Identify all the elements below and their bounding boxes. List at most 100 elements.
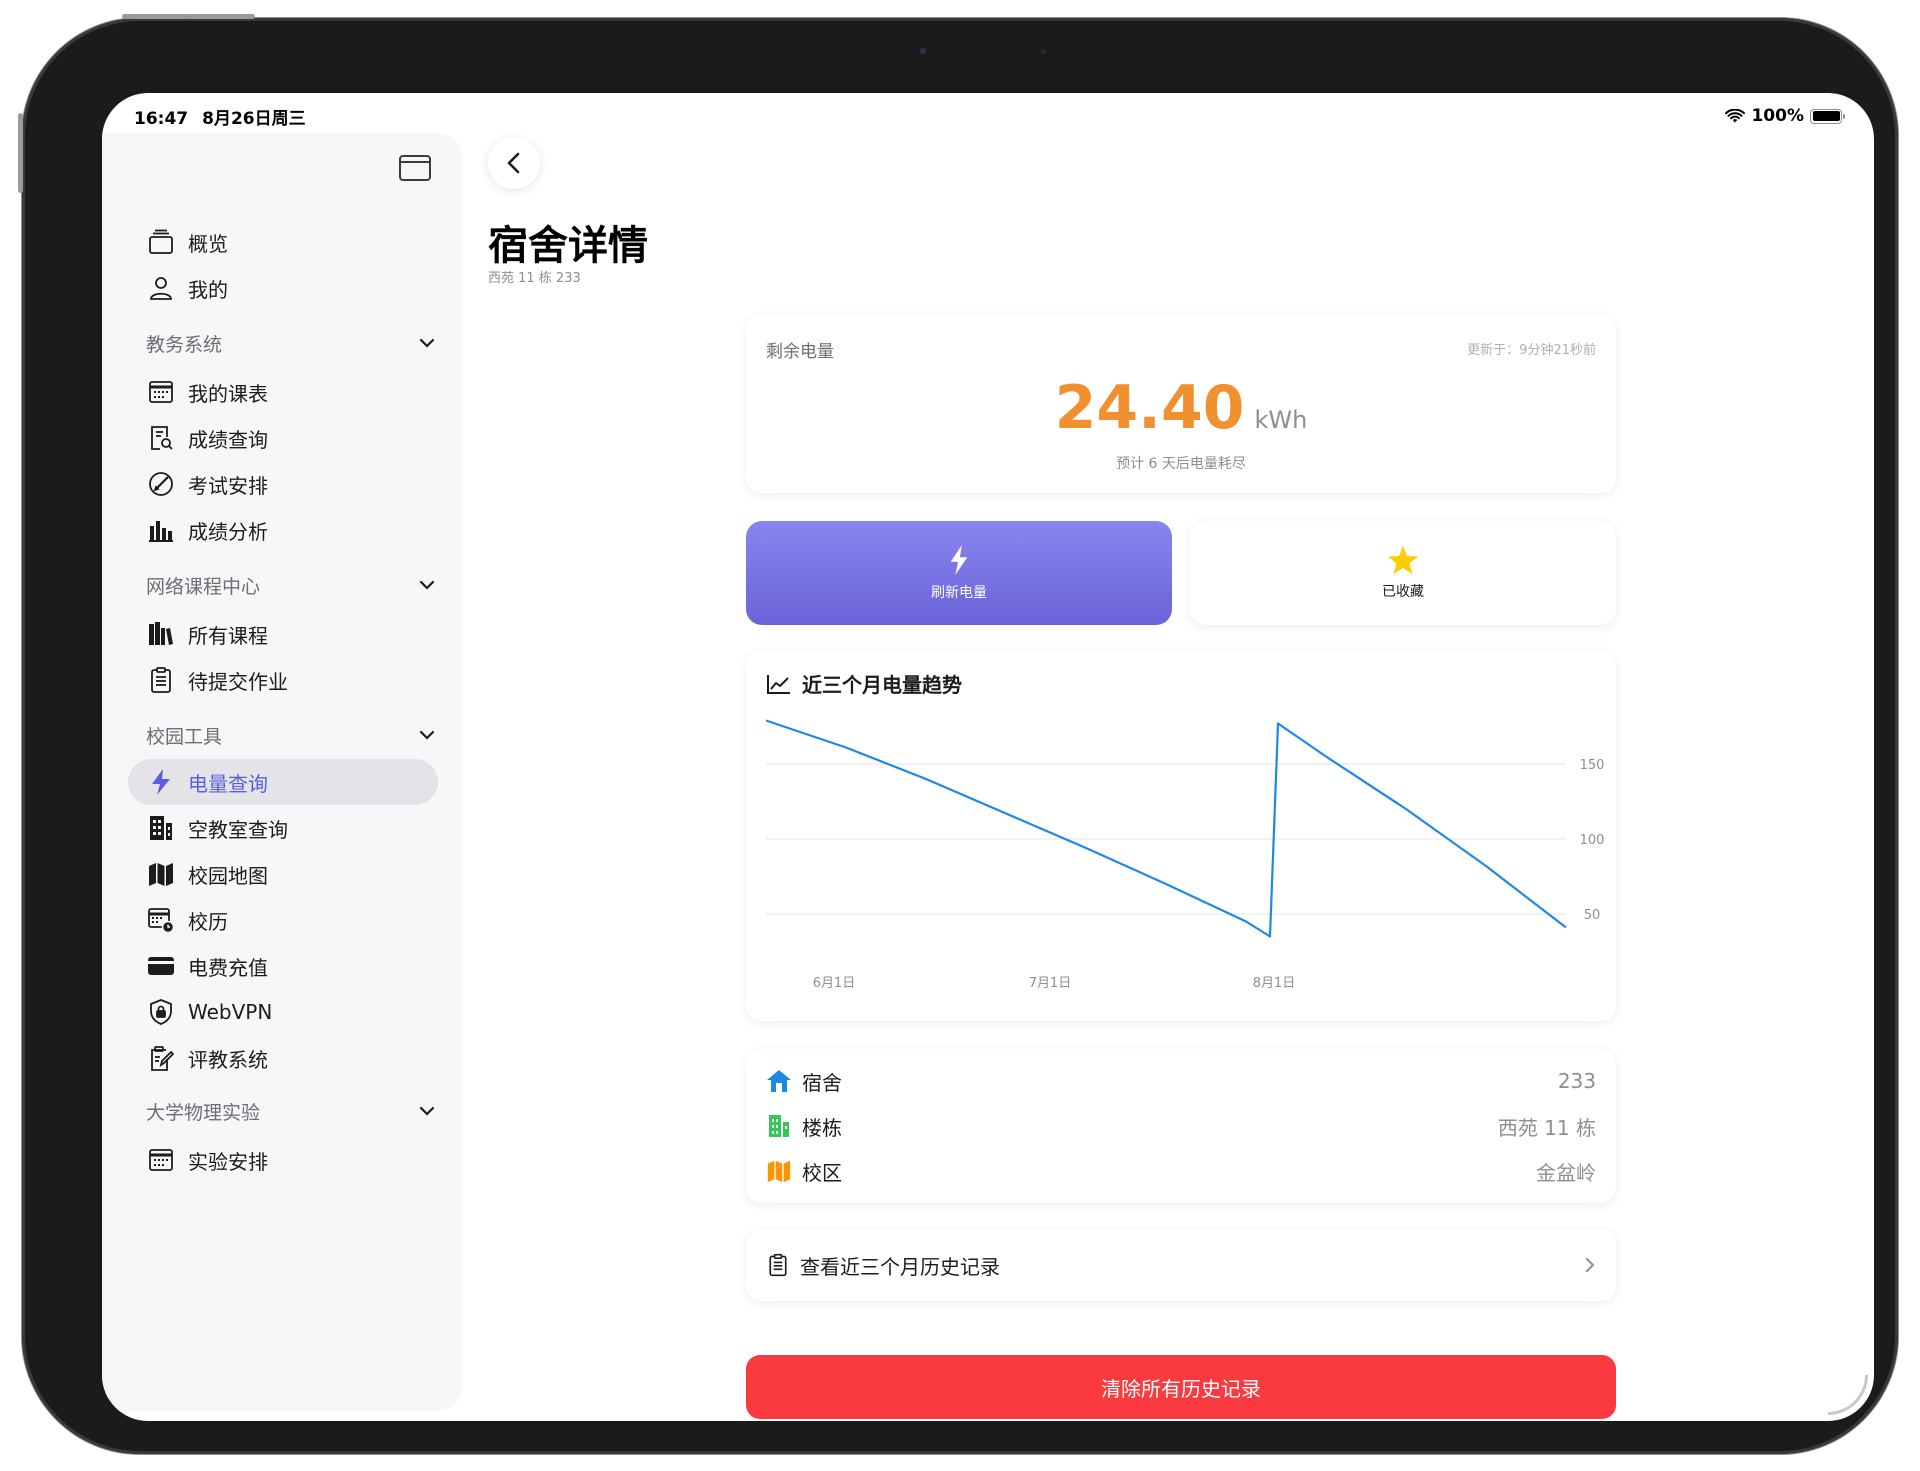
sidebar-item-exams[interactable]: 考试安排 bbox=[128, 461, 438, 507]
sidebar-item-recharge[interactable]: 电费充值 bbox=[128, 943, 438, 989]
section-title: 大学物理实验 bbox=[146, 1101, 261, 1124]
clipboard-icon bbox=[146, 665, 176, 695]
section-header-online-courses[interactable]: 网络课程中心 bbox=[146, 565, 436, 605]
volume-button bbox=[187, 14, 255, 19]
map-icon bbox=[146, 859, 176, 889]
sidebar-item-label: 待提交作业 bbox=[188, 669, 288, 694]
refresh-button[interactable]: 刷新电量 bbox=[746, 521, 1172, 625]
sidebar-item-lab-schedule[interactable]: 实验安排 bbox=[128, 1137, 438, 1183]
sidebar-item-all-courses[interactable]: 所有课程 bbox=[128, 611, 438, 657]
sidebar-item-label: 评教系统 bbox=[188, 1047, 268, 1072]
trend-chart-card: 近三个月电量趋势 50 100 150 6月1日 7月1日 8月1日 bbox=[746, 651, 1616, 1021]
building-icon bbox=[769, 1115, 789, 1137]
sidebar-item-label: 成绩分析 bbox=[188, 519, 268, 544]
history-label: 查看近三个月历史记录 bbox=[800, 1254, 1000, 1279]
info-label: 校区 bbox=[802, 1160, 842, 1185]
bar-chart-icon bbox=[146, 515, 176, 545]
sidebar-item-grade-analysis[interactable]: 成绩分析 bbox=[128, 507, 438, 553]
bolt-icon bbox=[146, 767, 176, 797]
star-icon bbox=[1388, 546, 1418, 574]
dorm-info-card: 宿舍 233 楼栋 西苑 11 栋 校区 金盆岭 bbox=[746, 1049, 1616, 1203]
ipad-frame: 16:47 8月26日周三 100% 概览 我的 教务系统 我的课表 成绩查询 … bbox=[18, 14, 1898, 1454]
sidebar-item-overview[interactable]: 概览 bbox=[128, 219, 438, 265]
chart-series-line bbox=[765, 719, 1567, 938]
trend-chart: 50 100 150 6月1日 7月1日 8月1日 bbox=[765, 719, 1605, 991]
chevron-down-icon bbox=[419, 580, 435, 590]
y-tick-label: 150 bbox=[1580, 758, 1605, 773]
overview-icon bbox=[146, 227, 176, 257]
screen-corner bbox=[1828, 1375, 1868, 1415]
balance-unit: kWh bbox=[1254, 406, 1308, 434]
favorite-label: 已收藏 bbox=[1382, 584, 1424, 600]
sidebar-item-evaluation[interactable]: 评教系统 bbox=[128, 1035, 438, 1081]
sidebar-item-grades[interactable]: 成绩查询 bbox=[128, 415, 438, 461]
status-date: 8月26日周三 bbox=[202, 108, 306, 129]
credit-card-icon bbox=[146, 951, 176, 981]
front-camera bbox=[920, 48, 926, 54]
info-row-campus: 校区 金盆岭 bbox=[766, 1153, 1596, 1189]
screen: 16:47 8月26日周三 100% 概览 我的 教务系统 我的课表 成绩查询 … bbox=[102, 93, 1874, 1421]
chart-title: 近三个月电量趋势 bbox=[802, 673, 962, 697]
sidebar-item-campus-map[interactable]: 校园地图 bbox=[128, 851, 438, 897]
info-label: 楼栋 bbox=[802, 1115, 842, 1140]
favorite-button[interactable]: 已收藏 bbox=[1190, 521, 1616, 625]
sidebar-item-homework[interactable]: 待提交作业 bbox=[128, 657, 438, 703]
clear-history-button[interactable]: 清除所有历史记录 bbox=[746, 1355, 1616, 1419]
balance-card: 剩余电量 更新于：9分钟21秒前 24.40 kWh 预计 6 天后电量耗尽 bbox=[746, 315, 1616, 493]
y-tick-label: 50 bbox=[1584, 908, 1601, 923]
balance-label: 剩余电量 bbox=[766, 342, 834, 362]
sidebar-item-label: 考试安排 bbox=[188, 473, 268, 498]
sidebar-item-label: 所有课程 bbox=[188, 623, 268, 648]
sidebar-item-electricity[interactable]: 电量查询 bbox=[128, 759, 438, 805]
refresh-label: 刷新电量 bbox=[931, 585, 987, 601]
page-title: 宿舍详情 bbox=[488, 223, 648, 269]
section-header-physics-lab[interactable]: 大学物理实验 bbox=[146, 1091, 436, 1131]
chevron-left-icon bbox=[507, 152, 520, 174]
chevron-right-icon bbox=[1586, 1258, 1595, 1272]
status-time: 16:47 bbox=[134, 108, 189, 129]
sensor bbox=[1041, 49, 1046, 54]
calendar-clock-icon bbox=[146, 905, 176, 935]
x-tick-label: 7月1日 bbox=[1029, 976, 1072, 991]
sidebar-item-label: 我的 bbox=[188, 277, 228, 302]
balance-updated: 更新于：9分钟21秒前 bbox=[1467, 343, 1596, 358]
sidebar-item-webvpn[interactable]: WebVPN bbox=[128, 989, 438, 1035]
sidebar-item-label: 校园地图 bbox=[188, 863, 268, 888]
books-icon bbox=[146, 619, 176, 649]
chevron-down-icon bbox=[419, 1106, 435, 1116]
volume-button bbox=[122, 14, 190, 19]
sidebar-item-timetable[interactable]: 我的课表 bbox=[128, 369, 438, 415]
y-tick-label: 100 bbox=[1580, 833, 1605, 848]
chevron-down-icon bbox=[419, 338, 435, 348]
sidebar-item-label: 概览 bbox=[188, 231, 228, 256]
bolt-icon bbox=[950, 545, 968, 575]
section-header-campus-tools[interactable]: 校园工具 bbox=[146, 715, 436, 755]
back-button[interactable] bbox=[488, 137, 540, 189]
info-value: 233 bbox=[1557, 1069, 1596, 1093]
page-subtitle: 西苑 11 栋 233 bbox=[488, 271, 581, 286]
info-value: 金盆岭 bbox=[1536, 1160, 1596, 1185]
sidebar: 概览 我的 教务系统 我的课表 成绩查询 考试安排 成绩分析 网络课程中心 所有… bbox=[102, 133, 462, 1411]
info-row-dorm: 宿舍 233 bbox=[766, 1063, 1596, 1099]
sidebar-item-label: 空教室查询 bbox=[188, 817, 288, 842]
sidebar-item-mine[interactable]: 我的 bbox=[128, 265, 438, 311]
line-chart-icon bbox=[767, 674, 790, 694]
calendar-icon bbox=[146, 377, 176, 407]
sidebar-item-label: 实验安排 bbox=[188, 1149, 268, 1174]
section-title: 网络课程中心 bbox=[146, 575, 261, 598]
shield-lock-icon bbox=[146, 997, 176, 1027]
history-link[interactable]: 查看近三个月历史记录 bbox=[746, 1229, 1616, 1301]
person-icon bbox=[146, 273, 176, 303]
map-icon bbox=[767, 1160, 791, 1183]
sidebar-item-label: 电费充值 bbox=[188, 955, 268, 980]
sidebar-item-school-calendar[interactable]: 校历 bbox=[128, 897, 438, 943]
sidebar-item-empty-classroom[interactable]: 空教室查询 bbox=[128, 805, 438, 851]
sidebar-item-label: 校历 bbox=[188, 909, 228, 934]
section-header-academic[interactable]: 教务系统 bbox=[146, 323, 436, 363]
sidebar-toggle-icon[interactable] bbox=[399, 155, 431, 181]
sidebar-item-label: 成绩查询 bbox=[188, 427, 268, 452]
sidebar-item-label: 我的课表 bbox=[188, 381, 268, 406]
section-title: 教务系统 bbox=[146, 333, 223, 356]
battery-icon bbox=[1810, 108, 1845, 124]
sidebar-item-label: WebVPN bbox=[188, 1000, 273, 1024]
